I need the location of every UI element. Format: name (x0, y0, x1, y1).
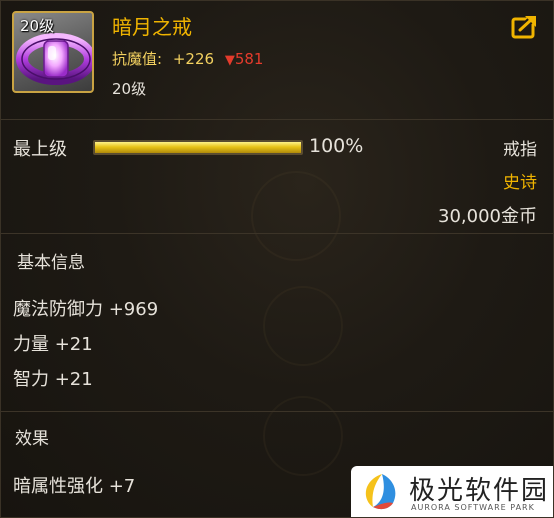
magic-resist-row: 抗魔值: +226 ▼581 (112, 48, 263, 69)
effect-line: 暗属性强化 +7 (13, 476, 136, 497)
item-price: 30,000金币 (438, 206, 537, 227)
basic-info-title: 基本信息 (17, 253, 85, 273)
item-type: 戒指 (503, 140, 537, 160)
enhance-progress-percent: 100% (309, 135, 364, 157)
magic-resist-gain: +226 (172, 50, 215, 68)
item-icon-slot[interactable]: 20级 (12, 11, 94, 93)
item-name: 暗月之戒 (112, 15, 192, 39)
item-rarity: 史诗 (503, 173, 537, 193)
enhance-progress-bar (93, 140, 303, 155)
item-icon-level: 20级 (20, 17, 55, 35)
stat-line: 智力 +21 (13, 369, 93, 390)
watermark: 极光软件园 AURORA SOFTWARE PARK (351, 466, 553, 517)
stat-line: 力量 +21 (13, 334, 93, 355)
red-down-triangle-icon: ▼ (224, 53, 235, 68)
magic-resist-loss: 581 (234, 50, 264, 68)
item-level-text: 20级 (112, 80, 147, 98)
background-emblem (263, 396, 343, 476)
item-tooltip-panel: 20级 暗月之戒 抗魔值: +226 ▼581 20级 最上级 100% 戒指 … (0, 0, 554, 518)
background-emblem (251, 171, 341, 261)
watermark-text-en: AURORA SOFTWARE PARK (411, 503, 535, 512)
stat-line: 魔法防御力 +969 (13, 299, 159, 320)
share-arrow-icon[interactable] (511, 13, 539, 39)
watermark-text-cn: 极光软件园 (409, 476, 550, 506)
effects-title: 效果 (15, 429, 49, 449)
divider (1, 119, 553, 120)
divider (1, 411, 553, 412)
enhance-progress-fill (95, 142, 301, 153)
enhance-grade-label: 最上级 (13, 139, 67, 160)
divider (1, 233, 553, 234)
background-emblem (263, 286, 343, 366)
aurora-logo (365, 474, 396, 510)
magic-resist-label: 抗魔值: (112, 50, 163, 68)
